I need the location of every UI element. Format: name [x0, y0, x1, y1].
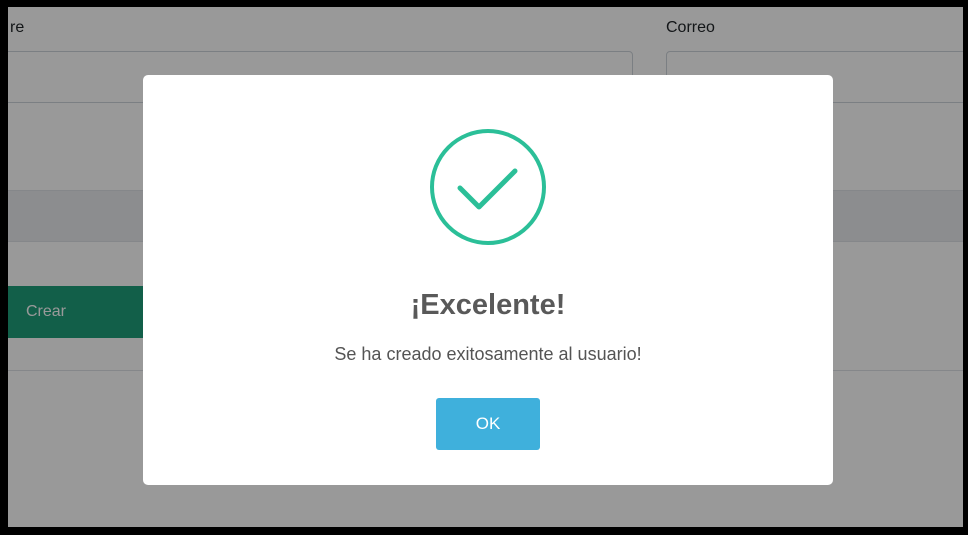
- modal-title: ¡Excelente!: [410, 289, 566, 321]
- success-check-icon: [430, 129, 546, 245]
- ok-button[interactable]: OK: [436, 398, 540, 450]
- browser-viewport: re Correo Crear ¡Excelente! Se ha creado…: [8, 7, 963, 527]
- success-modal: ¡Excelente! Se ha creado exitosamente al…: [143, 75, 833, 485]
- screenshot-frame: re Correo Crear ¡Excelente! Se ha creado…: [0, 0, 968, 535]
- modal-message: Se ha creado exitosamente al usuario!: [334, 344, 642, 364]
